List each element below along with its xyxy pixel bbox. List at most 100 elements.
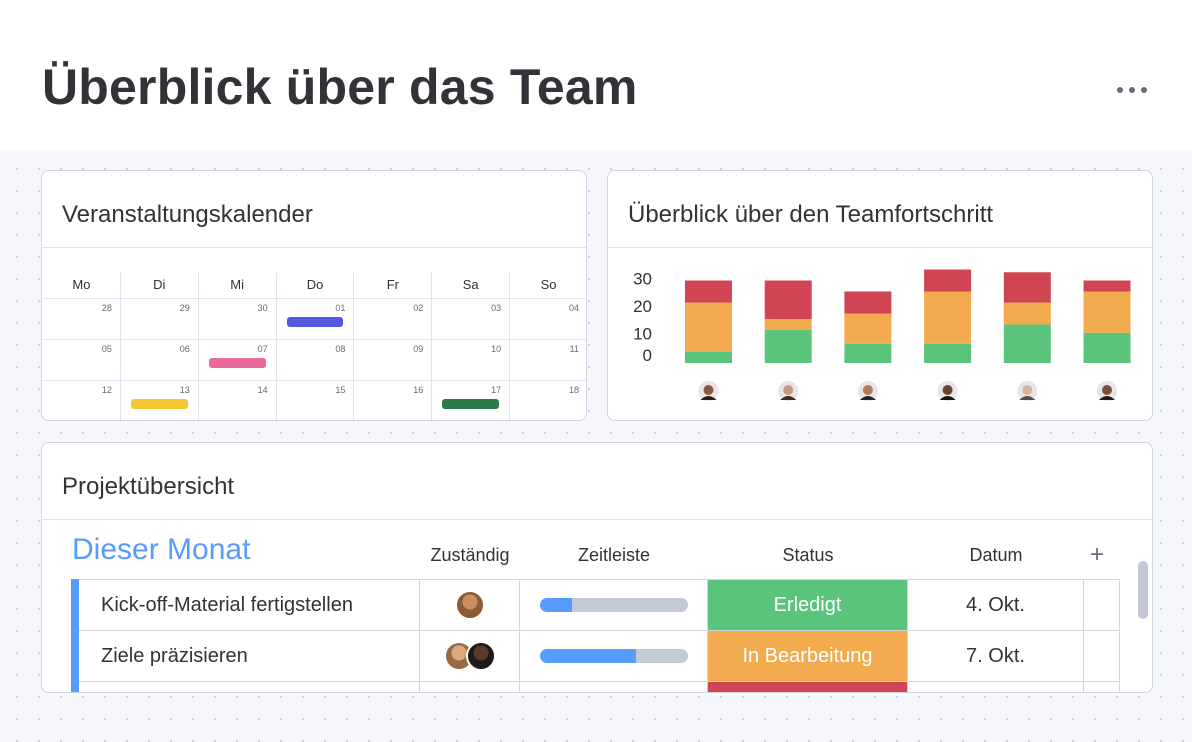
day-number: 06 [179, 344, 190, 354]
task-name[interactable]: Kick-off-Material fertigstellen [71, 580, 420, 630]
y-tick-label: 0 [643, 346, 652, 365]
task-name[interactable]: Ziele präzisieren [71, 631, 420, 681]
calendar-day-cell[interactable]: 29 [119, 299, 198, 339]
calendar-week-row: 12 13 14 15 16 17 18 [43, 381, 586, 420]
day-number: 14 [257, 385, 268, 395]
avatar[interactable] [455, 692, 485, 693]
day-number: 16 [413, 385, 424, 395]
calendar-day-cell[interactable]: 05 [43, 340, 120, 380]
calendar-day-cell[interactable]: 11 [509, 340, 586, 380]
scrollbar[interactable] [1138, 561, 1148, 619]
more-options-icon[interactable] [1110, 76, 1154, 104]
timeline-progress [539, 649, 636, 663]
weekday-label: So [509, 273, 586, 299]
timeline-bar [539, 649, 688, 663]
divider [42, 519, 1152, 520]
date-cell[interactable]: 4. Okt. [908, 580, 1084, 630]
status-label[interactable]: Erledigt [708, 580, 908, 630]
calendar-grid: Mo Di Mi Do Fr Sa So 28 29 30 01 02 03 04 05 06 07 08 09 1… [43, 273, 586, 420]
calendar-day-cell[interactable]: 09 [353, 340, 431, 380]
add-column-icon[interactable]: + [1090, 541, 1104, 569]
widget-title: Überblick über den Teamfortschritt [628, 201, 994, 228]
y-tick-label: 10 [633, 325, 652, 344]
calendar-day-cell[interactable]: 15 [275, 381, 354, 420]
member-avatar[interactable] [937, 381, 958, 401]
bar-segment [1083, 291, 1131, 333]
widget-title: Projektübersicht [62, 473, 235, 500]
calendar-day-cell[interactable]: 18 [509, 381, 586, 420]
timeline-cell[interactable] [520, 631, 708, 681]
avatar-face [942, 385, 953, 395]
day-number: 18 [569, 385, 580, 395]
y-tick-label: 20 [633, 297, 652, 316]
calendar-day-cell[interactable]: 30 [197, 299, 276, 339]
column-header-status[interactable]: Status [708, 545, 908, 566]
group-color-indicator [71, 630, 79, 681]
project-row[interactable]: Kick-off-Material fertigstellen Erledigt 4… [71, 579, 1120, 630]
day-number: 29 [179, 303, 190, 313]
member-avatar[interactable] [857, 381, 878, 401]
timeline-progress [539, 598, 573, 612]
calendar-day-cell[interactable]: 28 [43, 299, 120, 339]
group-title[interactable]: Dieser Monat [72, 533, 250, 567]
calendar-day-cell[interactable]: 10 [431, 340, 509, 380]
widget-title: Veranstaltungskalender [62, 201, 313, 228]
timeline-cell[interactable] [520, 682, 708, 692]
calendar-event[interactable] [286, 317, 344, 327]
bar-segment [844, 291, 892, 314]
avatar-face [1102, 385, 1112, 395]
day-number: 11 [569, 344, 580, 354]
task-name[interactable] [71, 682, 420, 692]
calendar-day-cell[interactable]: 03 [431, 299, 509, 339]
bar-segment [685, 302, 732, 352]
calendar-day-cell[interactable]: 16 [353, 381, 431, 420]
calendar-day-cell[interactable]: 17 [431, 381, 509, 420]
page-title: Überblick über das Team [42, 59, 638, 115]
project-row[interactable] [71, 681, 1120, 693]
bar-segment [1003, 272, 1051, 303]
calendar-day-cell[interactable]: 07 [197, 340, 276, 380]
calendar-day-cell[interactable]: 08 [275, 340, 354, 380]
calendar-week-row: 28 29 30 01 02 03 04 [43, 299, 586, 340]
calendar-event[interactable] [442, 399, 500, 409]
weekday-label: Di [119, 273, 198, 299]
date-cell[interactable]: 7. Okt. [908, 631, 1084, 681]
owner-cell[interactable] [420, 682, 520, 693]
bar-segment [1083, 332, 1131, 363]
status-label[interactable]: In Bearbeitung [708, 631, 908, 681]
date-cell[interactable] [908, 682, 1084, 692]
bar-segment [685, 280, 732, 303]
calendar-day-cell[interactable]: 13 [119, 381, 198, 420]
calendar-event[interactable] [208, 358, 266, 368]
project-row[interactable]: Ziele präzisieren In Bearbeitung 7. Okt. [71, 630, 1120, 681]
column-header-owner[interactable]: Zuständig [420, 545, 520, 566]
weekday-label: Sa [431, 273, 510, 299]
column-header-date[interactable]: Datum [908, 545, 1084, 566]
weekday-label: Do [275, 273, 354, 299]
calendar-day-cell[interactable]: 14 [197, 381, 276, 420]
day-number: 30 [257, 303, 268, 313]
member-avatar[interactable] [778, 381, 799, 401]
calendar-day-cell[interactable]: 01 [275, 299, 354, 339]
timeline-cell[interactable] [520, 580, 708, 630]
member-avatar[interactable] [698, 381, 719, 401]
avatar[interactable] [465, 641, 496, 671]
bar-segment [924, 269, 972, 292]
bar-segment [764, 330, 812, 363]
calendar-event[interactable] [130, 399, 188, 409]
empty-cell [1084, 580, 1120, 630]
weekday-label: Fr [353, 273, 432, 299]
calendar-day-cell[interactable]: 06 [119, 340, 198, 380]
column-header-timeline[interactable]: Zeitleiste [520, 545, 708, 566]
calendar-day-cell[interactable]: 04 [509, 299, 586, 339]
calendar-day-cell[interactable]: 02 [353, 299, 431, 339]
owner-cell[interactable] [420, 631, 520, 681]
status-label[interactable] [708, 682, 908, 692]
member-avatar[interactable] [1017, 381, 1038, 401]
owner-cell[interactable] [420, 580, 520, 630]
member-avatar[interactable] [1097, 381, 1117, 401]
team-progress-chart: 30 20 10 0 [633, 269, 1131, 401]
avatar[interactable] [454, 590, 485, 620]
group-color-indicator [71, 681, 79, 692]
calendar-day-cell[interactable]: 12 [43, 381, 120, 420]
